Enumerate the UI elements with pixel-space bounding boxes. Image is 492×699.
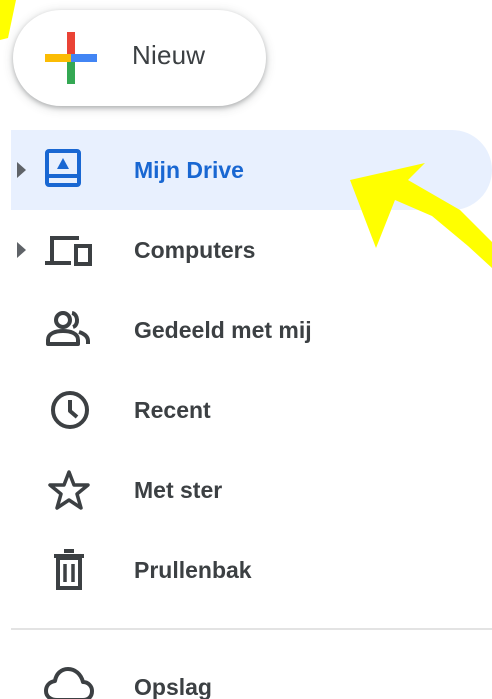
cloud-icon: [44, 667, 94, 699]
plus-multicolor-icon: [45, 32, 97, 84]
sidebar-nav: Mijn Drive Computers Gedeeld met mij Rec…: [0, 130, 492, 610]
my-drive-icon: [45, 149, 81, 187]
sidebar-item-shared[interactable]: Gedeeld met mij: [0, 290, 492, 370]
sidebar-item-label: Gedeeld met mij: [134, 317, 312, 343]
clock-icon: [51, 391, 89, 429]
sidebar-item-label: Recent: [134, 397, 211, 423]
sidebar-item-my-drive[interactable]: Mijn Drive: [0, 130, 492, 210]
computers-icon: [45, 236, 92, 266]
sidebar-item-computers[interactable]: Computers: [0, 210, 492, 290]
sidebar-item-label: Computers: [134, 237, 256, 263]
shared-people-icon: [46, 311, 90, 346]
expand-caret-icon[interactable]: [17, 162, 26, 178]
sidebar-item-recent[interactable]: Recent: [0, 370, 492, 450]
annotation-arrow-top: [0, 0, 16, 40]
sidebar-item-trash[interactable]: Prullenbak: [0, 530, 492, 610]
star-icon: [48, 470, 90, 510]
trash-icon: [54, 549, 84, 590]
sidebar-item-label: Met ster: [134, 477, 223, 503]
new-button-label: Nieuw: [132, 40, 206, 70]
sidebar-item-label: Mijn Drive: [134, 157, 244, 183]
sidebar-item-storage[interactable]: Opslag: [0, 650, 492, 699]
sidebar-item-starred[interactable]: Met ster: [0, 450, 492, 530]
divider: [11, 628, 492, 630]
new-button[interactable]: Nieuw: [13, 10, 266, 106]
drive-sidebar: Nieuw Mijn Drive Computers Gedeeld met m…: [0, 0, 492, 699]
expand-caret-icon[interactable]: [17, 242, 26, 258]
sidebar-item-label: Opslag: [134, 674, 212, 699]
sidebar-item-label: Prullenbak: [134, 557, 252, 583]
